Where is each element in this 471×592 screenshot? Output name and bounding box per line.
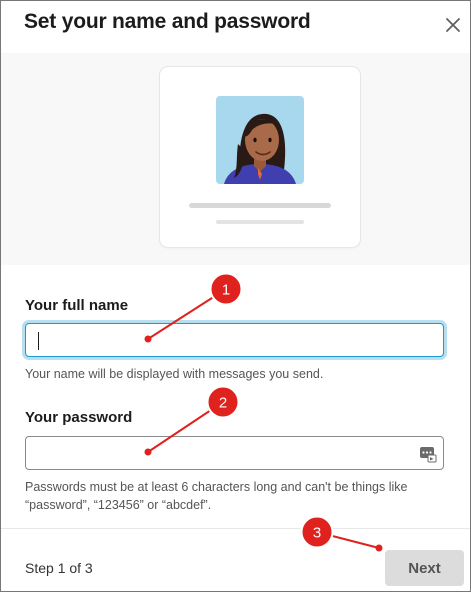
dialog-title: Set your name and password xyxy=(24,10,311,33)
illustration-area xyxy=(1,53,470,265)
footer-divider xyxy=(1,528,470,529)
full-name-hint: Your name will be displayed with message… xyxy=(25,367,324,381)
next-button[interactable]: Next xyxy=(385,550,464,586)
close-icon xyxy=(446,18,460,32)
text-cursor xyxy=(38,332,39,350)
password-input[interactable] xyxy=(25,436,444,470)
close-button[interactable] xyxy=(441,13,465,37)
dialog: Set your name and password Your full nam… xyxy=(0,0,471,592)
profile-card-illustration xyxy=(160,67,360,247)
dialog-header: Set your name and password xyxy=(1,1,470,53)
full-name-input[interactable] xyxy=(25,323,444,357)
person-avatar-icon xyxy=(216,96,304,184)
password-manager-icon[interactable] xyxy=(419,445,437,463)
password-field[interactable] xyxy=(26,437,443,469)
placeholder-line xyxy=(216,220,304,224)
placeholder-line xyxy=(189,203,331,208)
password-hint: Passwords must be at least 6 characters … xyxy=(25,480,408,512)
password-label: Your password xyxy=(25,409,133,426)
step-indicator: Step 1 of 3 xyxy=(25,560,93,576)
full-name-field[interactable] xyxy=(26,324,443,356)
full-name-label: Your full name xyxy=(25,297,129,314)
